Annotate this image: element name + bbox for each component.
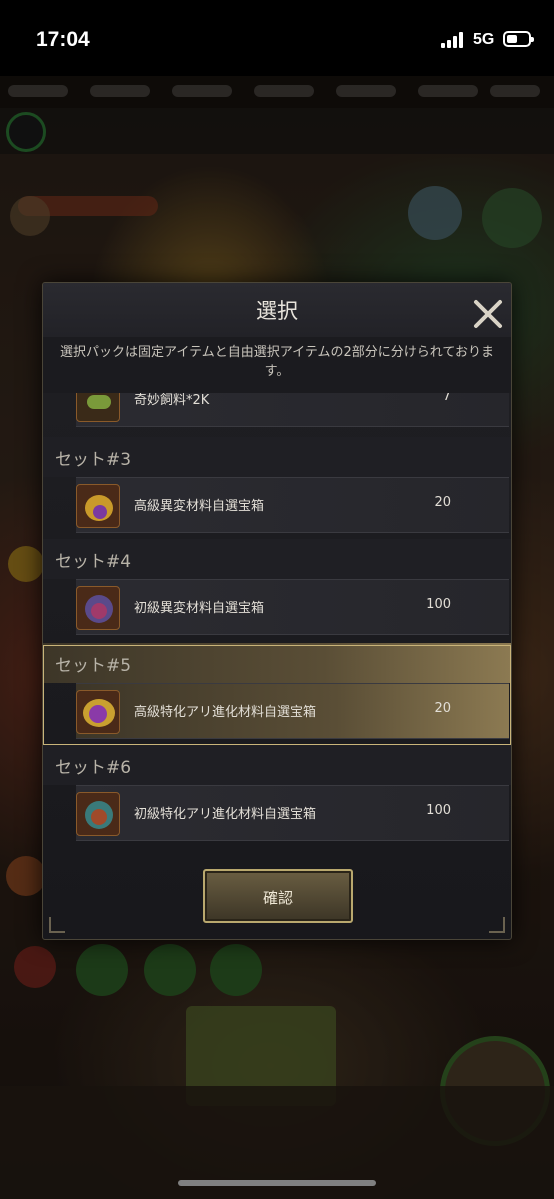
treasure-chest-icon	[76, 586, 120, 630]
treasure-chest-icon	[76, 690, 120, 734]
list-item[interactable]: 高級特化アリ進化材料自選宝箱 20	[76, 683, 509, 739]
item-name: 初級特化アリ進化材料自選宝箱	[134, 807, 317, 822]
confirm-button[interactable]: 確認	[203, 869, 353, 923]
set-header: セット#6	[43, 745, 511, 785]
list-item[interactable]: 高級異変材料自選宝箱 20	[76, 477, 509, 533]
item-qty: 100	[426, 803, 451, 818]
item-name: 高級特化アリ進化材料自選宝箱	[134, 705, 317, 720]
network-type: 5G	[473, 31, 495, 48]
status-bar: 17:04 5G	[0, 0, 554, 76]
set-label: セット#3	[55, 450, 132, 470]
dialog-description: 選択パックは固定アイテムと自由選択アイテムの2部分に分けられております。	[43, 337, 511, 393]
set-header: セット#4	[43, 539, 511, 579]
treasure-chest-icon	[76, 792, 120, 836]
list-item[interactable]: 初級特化アリ進化材料自選宝箱 100	[76, 785, 509, 841]
list-item[interactable]: 初級異変材料自選宝箱 100	[76, 579, 509, 635]
set-header: セット#5	[43, 643, 511, 683]
selection-dialog: 選択 選択パックは固定アイテムと自由選択アイテムの2部分に分けられております。 …	[42, 282, 512, 940]
dialog-title: 選択	[256, 299, 298, 323]
corner-ornament	[49, 917, 65, 933]
cellular-signal-icon	[441, 32, 465, 48]
item-name: 奇妙飼料*2K	[134, 393, 210, 408]
dialog-header: 選択	[43, 283, 511, 337]
item-name: 初級異変材料自選宝箱	[134, 601, 265, 616]
item-name: 高級異変材料自選宝箱	[134, 499, 265, 514]
set-label: セット#4	[55, 552, 132, 572]
item-qty: 7	[442, 393, 451, 404]
item-qty: 20	[434, 495, 451, 510]
list-item[interactable]: 奇妙飼料*2K 7	[76, 393, 509, 427]
set-header: セット#3	[43, 437, 511, 477]
set-list[interactable]: 奇妙飼料*2K 7 セット#3 高級異変材料自選宝箱 20 セット#4 初級異変…	[43, 393, 511, 853]
battery-icon	[503, 31, 534, 47]
corner-ornament	[489, 917, 505, 933]
set-label: セット#5	[55, 656, 132, 676]
treasure-chest-icon	[76, 484, 120, 528]
confirm-label: 確認	[262, 889, 293, 907]
set-label: セット#6	[55, 758, 132, 778]
status-time: 17:04	[36, 28, 90, 51]
feed-item-icon	[76, 393, 120, 422]
item-qty: 100	[426, 597, 451, 612]
close-icon[interactable]	[471, 297, 505, 331]
item-qty: 20	[434, 701, 451, 716]
